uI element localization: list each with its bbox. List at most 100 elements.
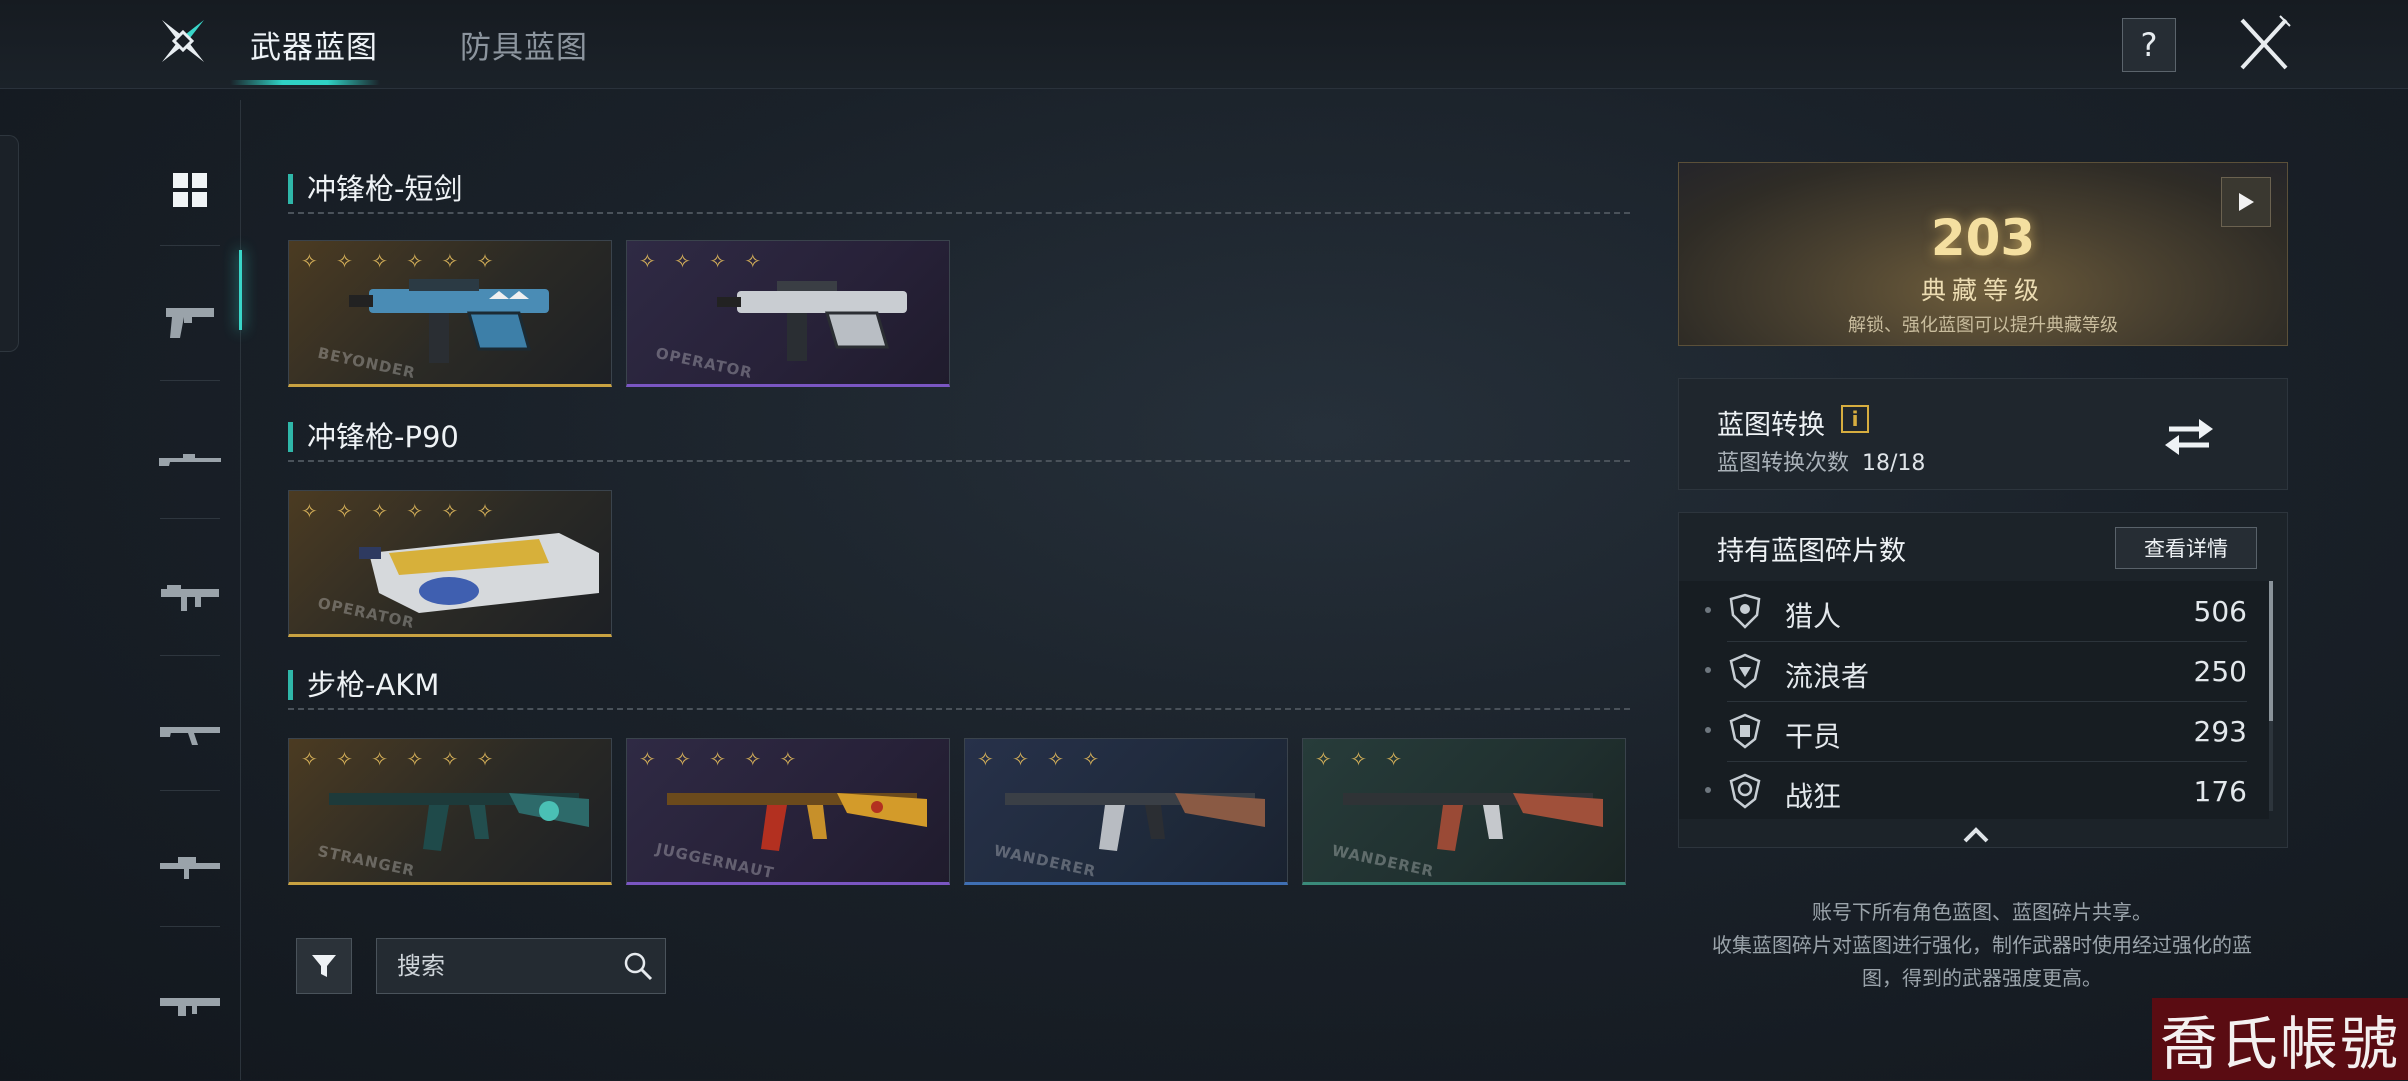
wanderer-faction-icon (1729, 653, 1761, 689)
game-logo-icon (162, 20, 204, 62)
sidebar-item-lmg[interactable] (155, 975, 225, 1035)
list-item: 干员 293 (1705, 701, 2247, 762)
blueprint-card[interactable]: ✧ ✧ ✧ ✧ WANDERER (964, 738, 1288, 885)
pistol-icon (166, 308, 214, 338)
list-item: 流浪者 250 (1705, 641, 2247, 702)
smg-skin-icon (349, 279, 549, 363)
chevron-up-icon[interactable] (1961, 825, 1991, 845)
filter-button[interactable] (296, 938, 352, 994)
fragment-count: 506 (2193, 595, 2247, 628)
sidebar-divider (160, 380, 220, 381)
top-bar: 武器蓝图 防具蓝图 ? (0, 0, 2408, 89)
blueprint-card[interactable]: ✧ ✧ ✧ WANDERER (1302, 738, 1626, 885)
sniper-rifle-icon (159, 454, 221, 466)
sidebar-item-smg[interactable] (155, 568, 225, 628)
close-icon[interactable] (2236, 14, 2292, 74)
sidebar-divider (160, 790, 220, 791)
sidebar-active-indicator (239, 250, 242, 330)
smg-skin-icon (717, 281, 907, 361)
search-field[interactable] (376, 938, 666, 994)
weapon-category-sidebar (140, 100, 242, 1080)
blueprint-fragments-panel: 持有蓝图碎片数 查看详情 猎人 506 流浪者 250 干员 293 战狂 17… (1678, 512, 2288, 848)
help-button[interactable]: ? (2122, 18, 2176, 72)
fragments-scrollbar[interactable] (2269, 581, 2273, 811)
view-details-button[interactable]: 查看详情 (2115, 527, 2257, 569)
bullet-dot (1705, 727, 1711, 733)
fragment-name: 战狂 (1785, 780, 1842, 813)
sidebar-item-pistol[interactable] (155, 292, 225, 352)
blueprint-card[interactable]: ✧ ✧ ✧ ✧ ✧ ✧ STRANGER (288, 738, 612, 885)
fragment-count: 176 (2193, 775, 2247, 808)
blueprint-convert-panel: 蓝图转换 i 蓝图转换次数 18/18 (1678, 378, 2288, 490)
scrollbar-thumb[interactable] (2269, 581, 2273, 721)
tab-armor-blueprint[interactable]: 防具蓝图 (460, 22, 588, 67)
convert-title: 蓝图转换 (1717, 410, 1825, 441)
blueprint-card[interactable]: ✧ ✧ ✧ ✧ OPERATOR (626, 240, 950, 387)
sidebar-divider (160, 926, 220, 927)
sidebar-item-marksman[interactable] (155, 838, 225, 898)
sidebar-item-rifle[interactable] (155, 704, 225, 764)
blueprint-card[interactable]: ✧ ✧ ✧ ✧ ✧ ✧ BEYONDER (288, 240, 612, 387)
search-input[interactable] (395, 947, 599, 985)
bullet-dot (1705, 607, 1711, 613)
list-item: 战狂 176 (1705, 761, 2247, 819)
fragment-name: 流浪者 (1785, 660, 1870, 693)
operator-faction-icon (1729, 713, 1761, 749)
fragment-name: 猎人 (1785, 600, 1842, 633)
note-line: 收集蓝图碎片对蓝图进行强化，制作武器时使用经过强化的蓝 (1712, 933, 2252, 957)
sidebar-divider (160, 655, 220, 656)
search-icon[interactable] (623, 951, 653, 981)
blueprint-card[interactable]: ✧ ✧ ✧ ✧ ✧ JUGGERNAUT (626, 738, 950, 885)
note-line: 账号下所有角色蓝图、蓝图碎片共享。 (1812, 900, 2152, 924)
section-title-smg-dagger: 冲锋枪-短剑 (288, 174, 462, 204)
star-rating: ✧ ✧ ✧ ✧ ✧ (639, 747, 803, 771)
convert-count: 蓝图转换次数 18/18 (1717, 445, 1925, 477)
side-drawer-handle[interactable] (0, 135, 19, 352)
section-title-smg-p90: 冲锋枪-P90 (288, 422, 459, 452)
blueprint-card[interactable]: ✧ ✧ ✧ ✧ ✧ ✧ OPERATOR (288, 490, 612, 637)
sidebar-divider (160, 518, 220, 519)
fragment-name: 干员 (1785, 720, 1842, 753)
marksman-rifle-icon (160, 857, 220, 879)
info-notes: 账号下所有角色蓝图、蓝图碎片共享。 收集蓝图碎片对蓝图进行强化，制作武器时使用经… (1670, 896, 2294, 995)
fragments-title: 持有蓝图碎片数 (1717, 536, 1906, 567)
collection-detail-button[interactable] (2221, 177, 2271, 227)
fragment-count: 293 (2193, 715, 2247, 748)
star-rating: ✧ ✧ ✧ ✧ (977, 747, 1106, 771)
p90-skin-icon (359, 533, 599, 613)
grid-icon (173, 173, 207, 207)
tab-weapon-blueprint[interactable]: 武器蓝图 (250, 22, 378, 67)
sidebar-item-all[interactable] (155, 160, 225, 220)
section-divider (288, 708, 1630, 710)
fragments-list[interactable]: 猎人 506 流浪者 250 干员 293 战狂 176 (1679, 581, 2269, 819)
sidebar-item-sniper[interactable] (155, 430, 225, 490)
smg-icon (161, 585, 219, 611)
hunter-faction-icon (1729, 593, 1761, 629)
collection-level-hint: 解锁、强化蓝图可以提升典藏等级 (1848, 315, 2118, 336)
note-line: 图，得到的武器强度更高。 (1862, 966, 2102, 990)
info-icon[interactable]: i (1841, 405, 1869, 433)
sidebar-divider (160, 245, 220, 246)
section-title-rifle-akm: 步枪-AKM (288, 670, 439, 700)
swap-icon[interactable] (2159, 411, 2219, 461)
collection-level-banner[interactable]: 203 典藏等级 解锁、强化蓝图可以提升典藏等级 (1678, 162, 2288, 346)
bullet-dot (1705, 787, 1711, 793)
star-rating: ✧ ✧ ✧ ✧ ✧ ✧ (301, 747, 500, 771)
filter-icon (312, 955, 336, 977)
section-divider (288, 460, 1630, 462)
section-divider (288, 212, 1630, 214)
play-arrow-icon (2239, 193, 2254, 211)
watermark: 喬氏帳號 (2152, 998, 2408, 1080)
collection-level-value: 203 (1930, 209, 2036, 267)
berserker-faction-icon (1729, 773, 1761, 809)
bullet-dot (1705, 667, 1711, 673)
list-item: 猎人 506 (1705, 581, 2247, 642)
convert-count-label: 蓝图转换次数 (1717, 451, 1850, 476)
machine-gun-icon (160, 998, 220, 1016)
assault-rifle-icon (160, 727, 220, 745)
convert-count-value: 18/18 (1862, 451, 1926, 476)
fragment-count: 250 (2193, 655, 2247, 688)
active-tab-indicator (230, 80, 380, 85)
star-rating: ✧ ✧ ✧ (1315, 747, 1408, 771)
collection-level-label: 典藏等级 (1920, 276, 2045, 305)
